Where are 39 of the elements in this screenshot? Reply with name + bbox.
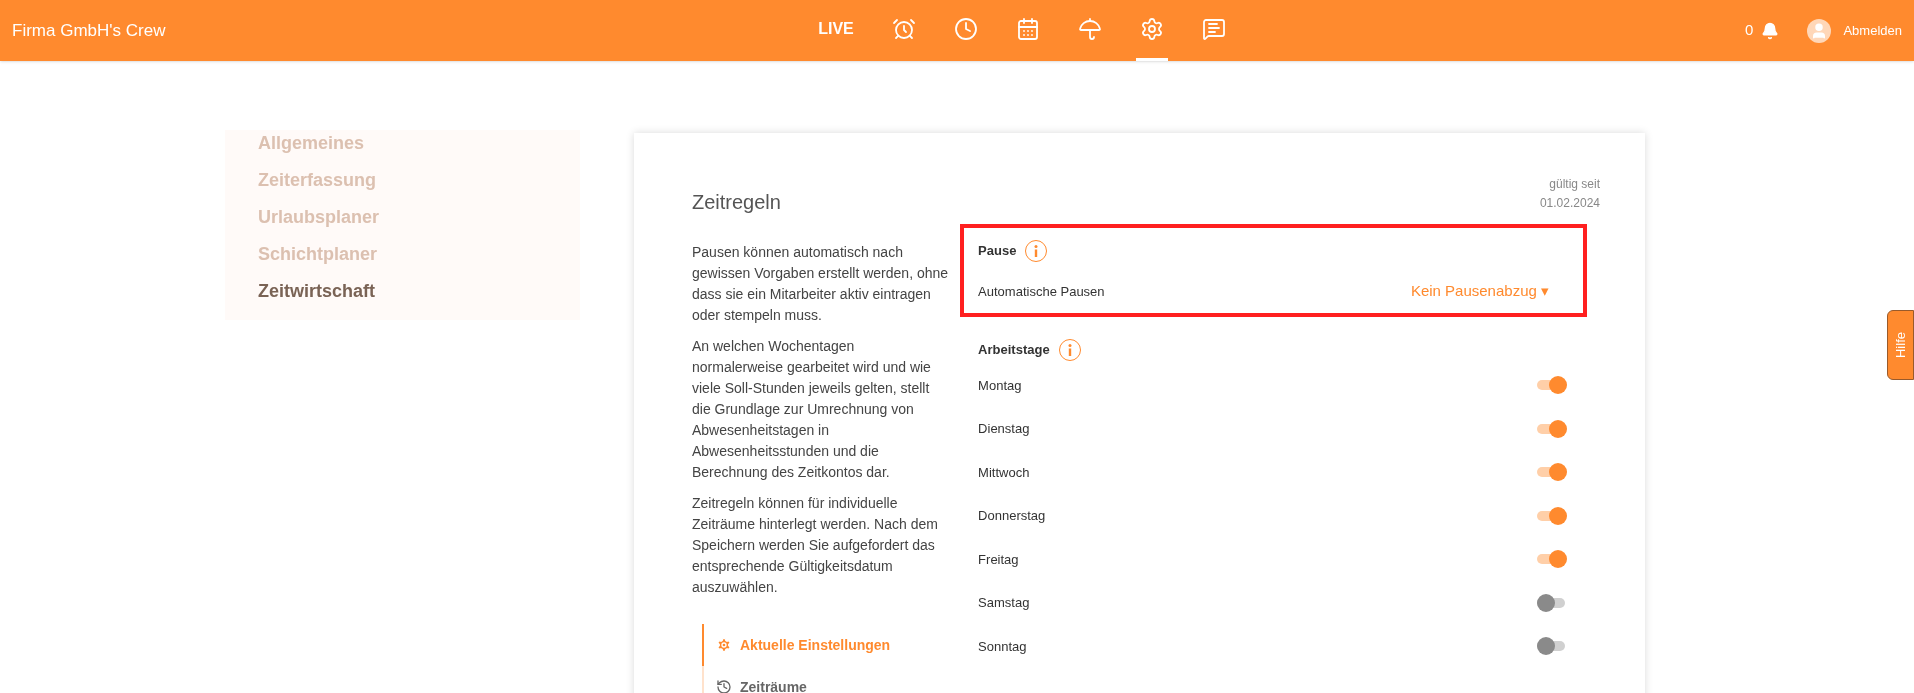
section-title: Pause (978, 242, 1017, 261)
weekday-label: Mittwoch (978, 463, 1030, 482)
avatar-icon[interactable] (1807, 18, 1832, 43)
calendar-icon (1015, 17, 1040, 41)
clock-icon (953, 17, 978, 41)
logout-link[interactable]: Abmelden (1843, 20, 1902, 41)
umbrella-icon (1077, 17, 1102, 41)
weekday-label: Sonntag (978, 637, 1027, 656)
help-tab[interactable]: Hilfe (1887, 310, 1914, 380)
description-paragraph: An welchen Wochentagen normalerweise gearbeitet wird und wie viele Soll-Stunden jeweils gelten, stellt die Grundlage zur Umrechnung von Abwesenheitstagen in Abwesenheitsstunden und die Berechnung des Zeitkontos dar. (692, 337, 932, 482)
sidebar-item[interactable]: Schichtplaner (258, 243, 580, 266)
notification-count: 0 (1745, 20, 1754, 41)
valid-since-date: 01.02.2024 (1539, 195, 1600, 212)
card-title: Zeitregeln (692, 190, 781, 215)
section-title: Arbeitstage (978, 340, 1050, 359)
description-paragraph: Zeitregeln können für individuelle Zeiträume hinterlegt werden. Nach dem Speichern werden Sie aufgefordert das entsprechende Gültigkeitsdatum auszuwählen. (692, 494, 939, 597)
nav-tab[interactable]: LIVE (814, 0, 858, 61)
sidebar-item[interactable]: Allgemeines (258, 132, 580, 155)
sidebar-item[interactable]: Zeiterfassung (258, 169, 580, 192)
sidebar-item[interactable]: Zeitwirtschaft (258, 280, 580, 303)
alarm-clock-icon (891, 17, 916, 41)
weekday-label: Samstag (978, 594, 1030, 612)
weekday-label: Freitag (978, 550, 1019, 569)
history-icon (716, 679, 732, 693)
valid-since-label: gültig seit (1548, 176, 1600, 193)
pause-dropdown[interactable]: Kein Pausenabzug ▾ (1410, 280, 1549, 303)
description-paragraph: Pausen können automatisch nach gewissen Vorgaben erstellt werden, ohne dass sie ein Mitarbeiter aktiv eintragen oder stempeln muss. (692, 243, 949, 325)
weekday-label: Donnerstag (978, 507, 1046, 525)
app-title: Firma GmbH's Crew (12, 19, 167, 42)
gear-icon (716, 637, 732, 653)
message-icon (1201, 17, 1226, 41)
subtab[interactable]: Zeiträume (702, 666, 949, 693)
setting-label: Automatische Pausen (978, 282, 1105, 301)
sidebar-item[interactable]: Urlaubsplaner (258, 206, 580, 229)
weekday-label: Dienstag (978, 420, 1030, 438)
weekday-label: Montag (978, 376, 1022, 395)
bell-icon[interactable] (1761, 21, 1780, 40)
subtab[interactable]: Aktuelle Einstellungen (702, 624, 949, 666)
settings-icon (1139, 17, 1164, 41)
